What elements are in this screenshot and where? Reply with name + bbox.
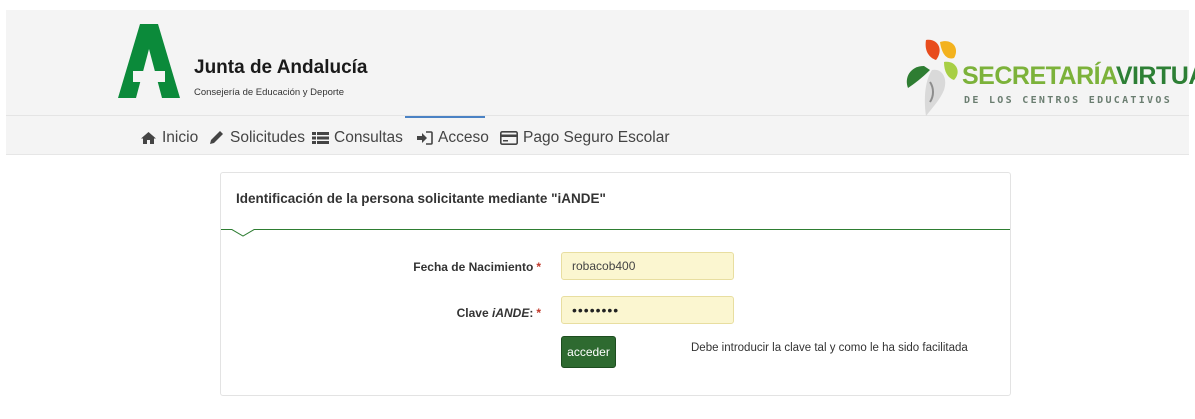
nav-item-solicitudes[interactable]: Solicitudes [208, 126, 305, 150]
nav-item-pago-seguro-escolar[interactable]: Pago Seguro Escolar [500, 126, 669, 150]
brand-title: Junta de Andalucía [194, 57, 368, 78]
top-margin [0, 0, 1195, 10]
panel-notch [231, 229, 255, 237]
key-label-em: iANDE [491, 306, 530, 320]
key-label-suffix: : [529, 306, 534, 320]
nav-active-indicator [405, 116, 485, 118]
sign-in-icon [417, 131, 433, 145]
list-icon [312, 132, 329, 144]
password-value: •••••••• [572, 302, 620, 318]
nav-item-consultas[interactable]: Consultas [312, 126, 403, 150]
nav-item-acceso[interactable]: Acceso [416, 126, 489, 150]
password-field[interactable]: •••••••• [561, 296, 734, 324]
login-panel: Identificación de la persona solicitante… [220, 172, 1011, 396]
birth-date-label-text: Fecha de Nacimiento [413, 260, 534, 274]
birth-date-value: robacob400 [572, 259, 636, 273]
pencil-icon [210, 131, 223, 144]
secretaria-virtual-logo [906, 39, 958, 116]
key-label-prefix: Clave [456, 306, 492, 320]
site-header: Junta de Andalucía Consejería de Educaci… [6, 10, 1195, 116]
panel-title: Identificación de la persona solicitante… [236, 191, 606, 206]
nav-item-inicio[interactable]: Inicio [140, 126, 198, 150]
nav-label: Acceso [438, 129, 489, 146]
credit-card-icon [500, 131, 518, 145]
nav-label: Pago Seguro Escolar [523, 129, 670, 146]
required-mark: * [536, 306, 541, 320]
sv-title-part2: VIRTUAL [1115, 62, 1195, 90]
sv-title: SECRETARÍAVIRTUAL [962, 62, 1195, 91]
brand-subtitle: Consejería de Educación y Deporte [194, 87, 344, 98]
sv-subtitle: DE LOS CENTROS EDUCATIVOS [964, 95, 1173, 106]
nav-label: Solicitudes [230, 129, 305, 146]
nav-label: Consultas [334, 129, 403, 146]
sv-title-part1: SECRETARÍA [962, 62, 1116, 90]
acceder-button[interactable]: acceder [561, 336, 616, 368]
birth-date-field[interactable]: robacob400 [561, 252, 734, 280]
key-label: Clave iANDE: * [371, 306, 541, 320]
junta-andalucia-logo [118, 24, 180, 98]
birth-date-label: Fecha de Nacimiento * [371, 260, 541, 274]
nav-label: Inicio [162, 129, 199, 146]
required-mark: * [536, 260, 541, 274]
password-hint: Debe introducir la clave tal y como le h… [691, 342, 968, 354]
main-navbar: Inicio Solicitudes Consultas Acceso Pago… [6, 116, 1189, 155]
home-icon [141, 132, 156, 144]
panel-divider [221, 229, 1010, 230]
